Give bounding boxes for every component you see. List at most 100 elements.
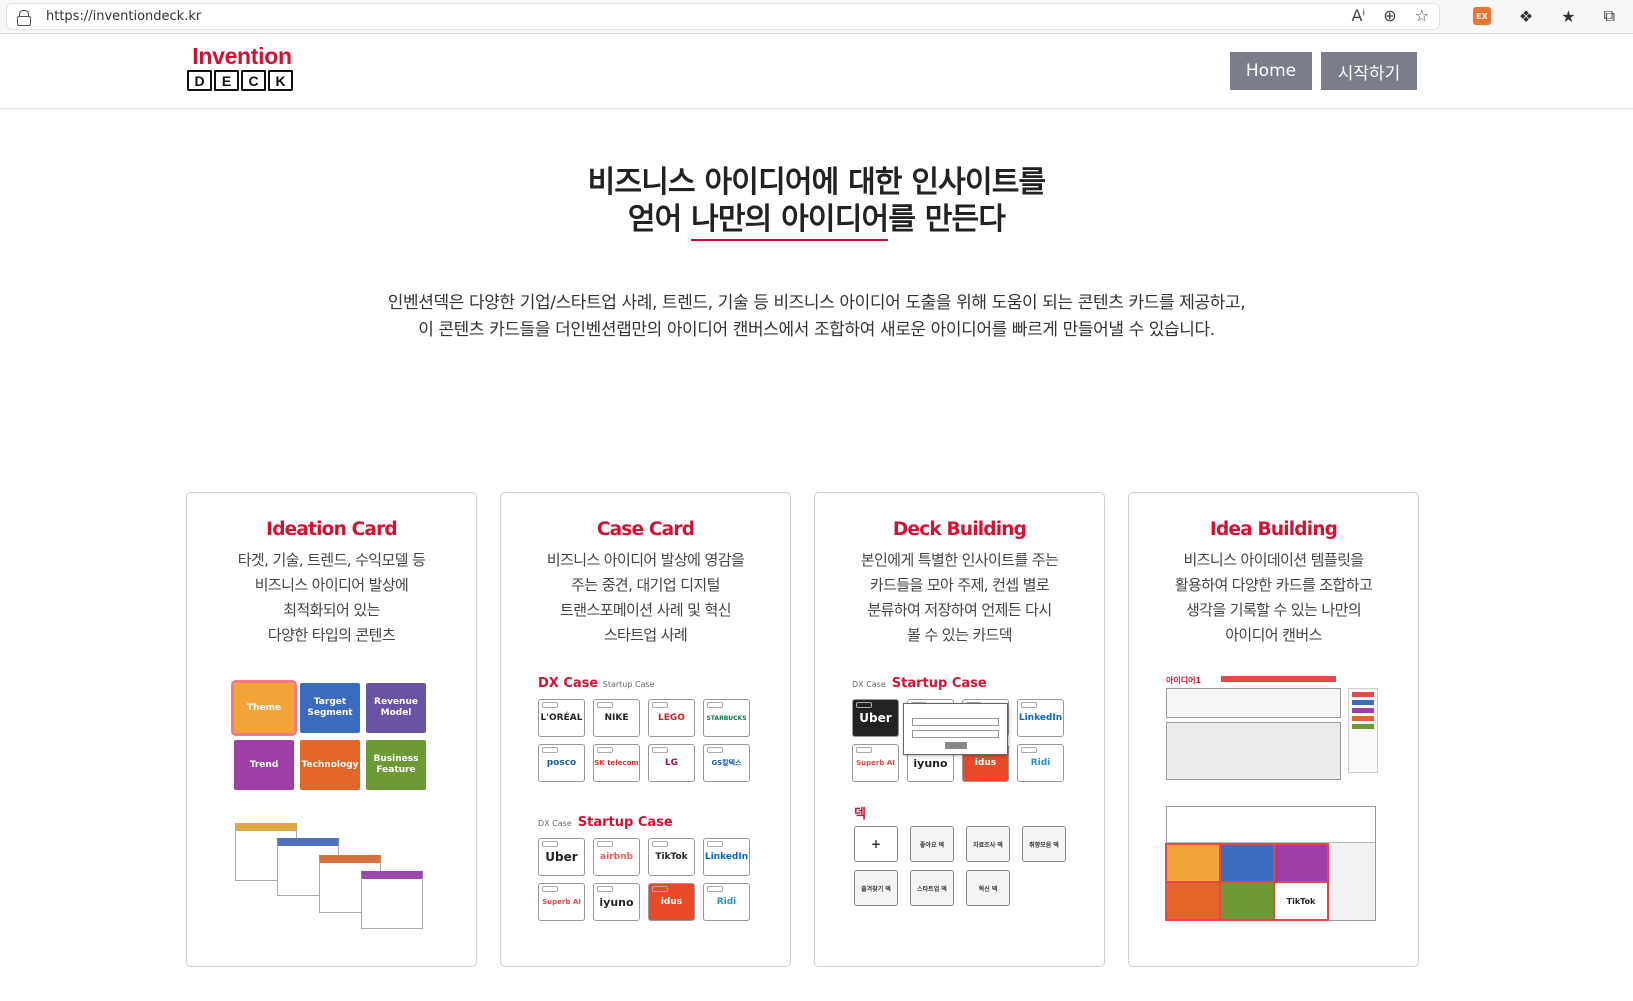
desc-line: 활용하여 다양한 카드를 조합하고 <box>1174 576 1373 594</box>
favorites-icon[interactable]: ★ <box>1561 7 1575 26</box>
sidebar-strip <box>1352 724 1374 729</box>
deck-case-label: DX Case Startup Case <box>852 676 987 691</box>
hero-description: 인벤션덱은 다양한 기업/스타트업 사례, 트렌드, 기술 등 비즈니스 아이디… <box>0 290 1633 344</box>
canvas-tile <box>1165 881 1221 921</box>
desc-line: 아이디어 캔버스 <box>1225 626 1322 644</box>
hero-title-line1: 비즈니스 아이디어에 대한 인사이트를 <box>587 165 1047 200</box>
logo-tile: STARBUCKS <box>703 699 750 737</box>
desc-line: 카드들을 모아 주제, 컨셉 별로 <box>869 576 1050 594</box>
desc-line: 비즈니스 아이디어 발상에 영감을 <box>546 551 745 569</box>
add-to-deck-popup <box>903 703 1008 755</box>
canvas-tile <box>1219 881 1275 921</box>
collections-icon[interactable]: ⧉ <box>1604 6 1615 26</box>
logo-deck-blocks: D E C K <box>187 70 297 91</box>
desc-line: 비즈니스 아이데이션 템플릿을 <box>1183 551 1365 569</box>
case-card-panel[interactable]: Case Card 비즈니스 아이디어 발상에 영감을 주는 중견, 대기업 디… <box>500 492 791 967</box>
startup-case-label: DX Case Startup Case <box>538 815 673 830</box>
mini-card <box>361 871 423 929</box>
extensions-puzzle-icon[interactable]: ❖ <box>1519 7 1533 26</box>
logo-tile: Ridi <box>703 883 750 921</box>
ideation-card-panel[interactable]: Ideation Card 타겟, 기술, 트렌드, 수익모델 등 비즈니스 아… <box>186 492 477 967</box>
logo-tile: GS칼텍스 <box>703 744 750 782</box>
canvas-grid-box <box>1166 722 1341 780</box>
idea-canvas-preview-filled: TikTok <box>1165 806 1376 921</box>
add-deck-button: + <box>854 826 898 862</box>
hero-title-pre: 얻어 <box>627 202 692 237</box>
logo-tile: SK telecom <box>593 744 640 782</box>
logo-tile: LG <box>648 744 695 782</box>
logo-tile: airbnb <box>593 838 640 876</box>
deck-button: 자료조사 덱 <box>966 826 1010 862</box>
browser-tools: EX ❖ ★ ⧉ <box>1472 6 1615 26</box>
logo-tile: Superb AI <box>538 883 585 921</box>
deck-button: 스타트업 덱 <box>910 870 954 906</box>
hero-section: 비즈니스 아이디어에 대한 인사이트를 얻어 나만의 아이디어를 만든다 인벤션… <box>0 164 1633 344</box>
deck-small: DX Case <box>852 680 886 689</box>
logo-tile: posco <box>538 744 585 782</box>
desc-line: 분류하여 저장하여 언제든 다시 <box>867 601 1052 619</box>
favorite-add-icon[interactable]: ☆ <box>1415 6 1429 25</box>
logo-block: K <box>268 70 293 91</box>
desc-line: 비즈니스 아이디어 발상에 <box>254 576 409 594</box>
deck-building-panel[interactable]: Deck Building 본인에게 특별한 인사이트를 주는 카드들을 모아 … <box>814 492 1105 967</box>
canvas-tab-bar <box>1221 676 1336 682</box>
dx-label: DX Case <box>538 676 599 691</box>
mini-card-stack <box>235 823 425 933</box>
tile-revenue-model: Revenue Model <box>366 683 426 733</box>
idea-building-panel[interactable]: Idea Building 비즈니스 아이데이션 템플릿을 활용하여 다양한 카… <box>1128 492 1419 967</box>
desc-line: 볼 수 있는 카드덱 <box>907 626 1013 644</box>
deck-button: 혁신 덱 <box>966 870 1010 906</box>
desc-line: 다양한 타입의 콘텐츠 <box>267 626 396 644</box>
site-header: Invention D E C K Home 시작하기 <box>0 34 1633 109</box>
hero-title-line2: 얻어 나만의 아이디어를 만든다 <box>0 201 1633 241</box>
read-aloud-icon[interactable]: Aⁱ <box>1351 6 1365 25</box>
desc-line: 타겟, 기술, 트렌드, 수익모델 등 <box>237 551 426 569</box>
logo-block: C <box>241 70 266 91</box>
startup-logo-grid: Uber airbnb TikTok LinkedIn Superb AI iy… <box>538 838 750 921</box>
desc-line: 트랜스포메이션 사례 및 혁신 <box>560 601 732 619</box>
canvas-header-box <box>1166 688 1341 718</box>
canvas-tile <box>1219 843 1275 883</box>
desc-line: 최적화되어 있는 <box>283 601 380 619</box>
deck-case-title: Startup Case <box>891 676 987 691</box>
home-button[interactable]: Home <box>1230 52 1312 90</box>
hero-title: 비즈니스 아이디어에 대한 인사이트를 얻어 나만의 아이디어를 만든다 <box>0 164 1633 241</box>
card-title: Deck Building <box>892 519 1027 540</box>
desc-line: 생각을 기록할 수 있는 나만의 <box>1185 601 1362 619</box>
url-text[interactable]: https://inventiondeck.kr <box>46 9 201 24</box>
tile-technology: Technology <box>300 740 360 790</box>
tile-business-feature: Business Feature <box>366 740 426 790</box>
logo-tile: TikTok <box>648 838 695 876</box>
logo-tile: iyuno <box>593 883 640 921</box>
card-title: Ideation Card <box>266 519 398 540</box>
logo-tile: Superb AI <box>852 744 899 782</box>
logo-tile: NIKE <box>593 699 640 737</box>
zoom-icon[interactable]: ⊕ <box>1383 6 1396 25</box>
canvas-sidebar <box>1348 688 1378 773</box>
logo-invention-text: Invention <box>192 43 292 69</box>
dx-case-label: DX Case Startup Case <box>538 676 661 691</box>
desc-line: 주는 중견, 대기업 디지털 <box>571 576 720 594</box>
extension-icon[interactable]: EX <box>1472 7 1491 25</box>
start-button[interactable]: 시작하기 <box>1321 52 1417 90</box>
tile-target-segment: Target Segment <box>300 683 360 733</box>
logo-tile: LEGO <box>648 699 695 737</box>
canvas-tile <box>1273 843 1329 883</box>
deck-button: 즐겨찾기 덱 <box>854 870 898 906</box>
address-bar[interactable]: https://inventiondeck.kr Aⁱ ⊕ ☆ <box>6 3 1440 30</box>
desc-line: 본인에게 특별한 인사이트를 주는 <box>860 551 1059 569</box>
logo-tile: Uber <box>538 838 585 876</box>
sidebar-strip <box>1352 716 1374 721</box>
card-description: 비즈니스 아이디어 발상에 영감을 주는 중견, 대기업 디지털 트랜스포메이션… <box>501 548 790 648</box>
card-title: Case Card <box>596 519 695 540</box>
hero-title-post: 를 만든다 <box>888 202 1006 237</box>
tile-trend: Trend <box>234 740 294 790</box>
main-nav: Home 시작하기 <box>1230 52 1417 90</box>
address-bar-actions: Aⁱ ⊕ ☆ <box>1351 6 1429 25</box>
logo-block: D <box>187 70 212 91</box>
site-logo[interactable]: Invention D E C K <box>187 44 297 91</box>
deck-section-label: 덱 <box>854 807 866 822</box>
card-description: 비즈니스 아이데이션 템플릿을 활용하여 다양한 카드를 조합하고 생각을 기록… <box>1129 548 1418 648</box>
lock-icon[interactable] <box>17 9 31 26</box>
tile-theme: Theme <box>231 680 297 736</box>
